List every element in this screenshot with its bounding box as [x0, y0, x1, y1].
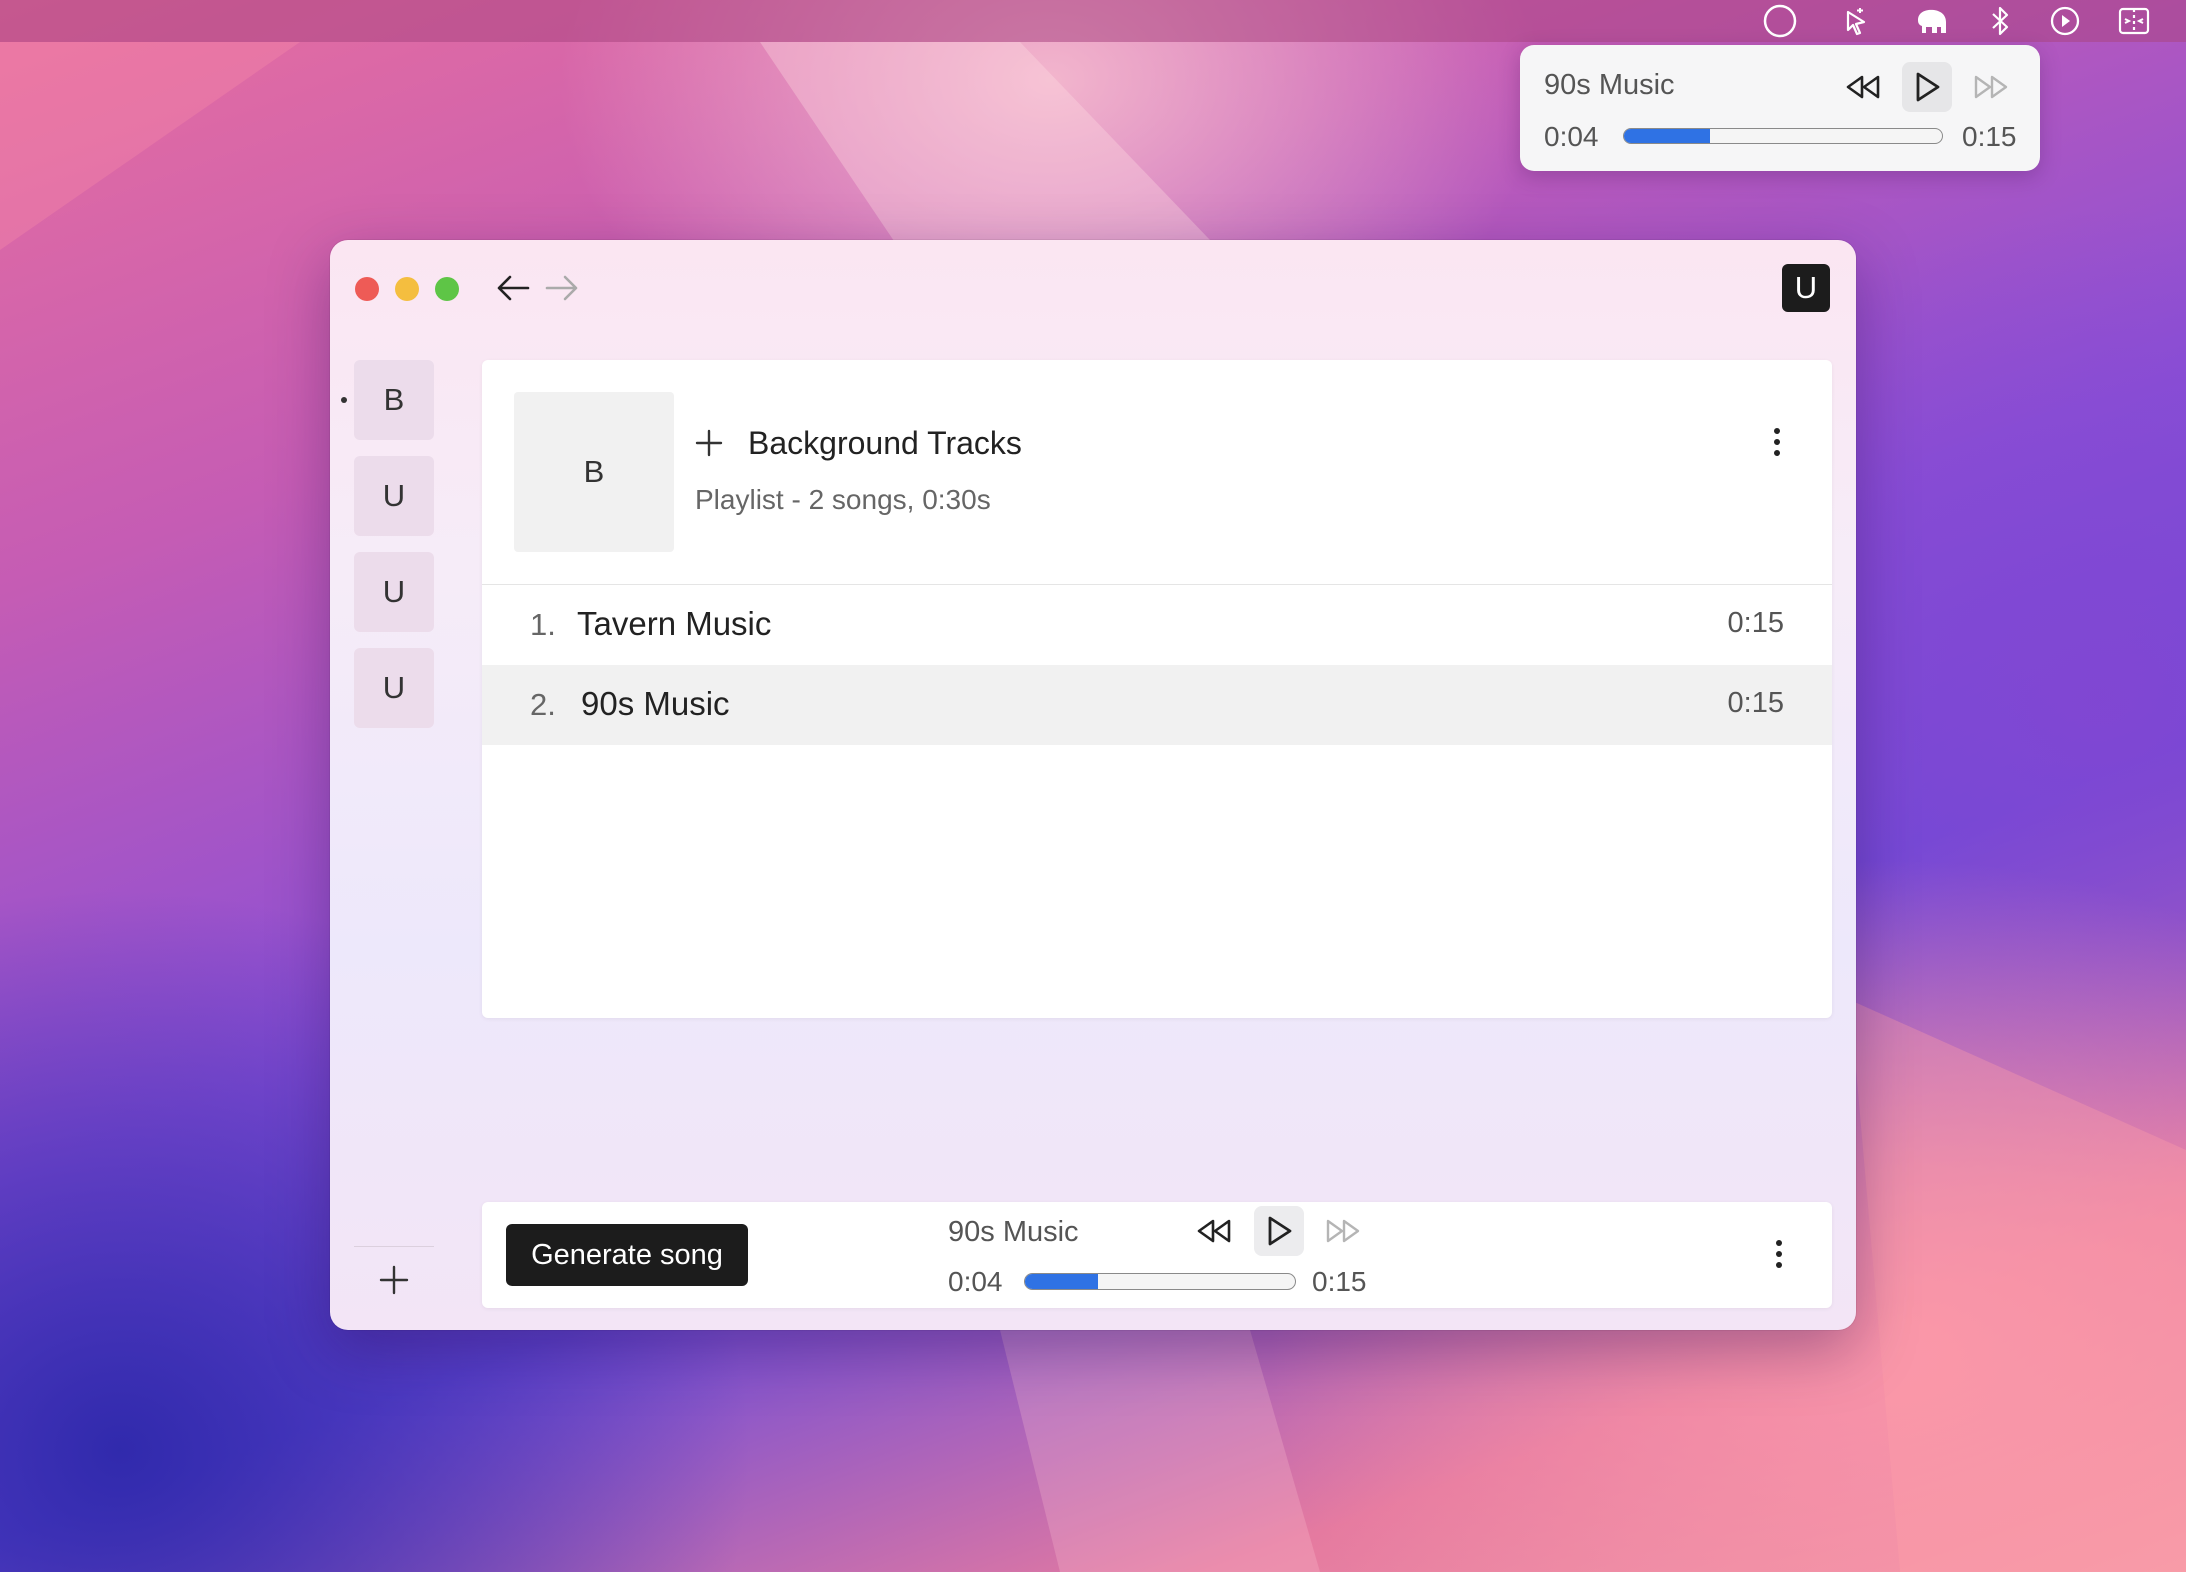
- back-button[interactable]: [493, 270, 533, 306]
- plus-icon: [695, 429, 723, 457]
- progress-bar[interactable]: [1024, 1273, 1296, 1290]
- circle-status-icon[interactable]: [1762, 4, 1798, 38]
- track-name: 90s Music: [581, 685, 730, 722]
- fast-forward-icon: [1326, 1219, 1360, 1243]
- player-more-button[interactable]: [1764, 1234, 1794, 1274]
- forward-button[interactable]: [542, 270, 582, 306]
- sidebar-item-u1[interactable]: U: [354, 456, 434, 536]
- track-row-selected[interactable]: 2. 90s Music 0:15: [482, 665, 1832, 745]
- rewind-icon: [1197, 1219, 1231, 1243]
- window-close-button[interactable]: [355, 277, 379, 301]
- play-icon: [1268, 1216, 1292, 1246]
- player-bar: Generate song 90s Music 0:04 0:15: [482, 1202, 1832, 1308]
- play-circle-icon[interactable]: [2047, 4, 2083, 38]
- play-button[interactable]: [1902, 62, 1952, 112]
- more-vertical-icon: [1776, 1240, 1782, 1268]
- total-time: 0:15: [1312, 1266, 1367, 1297]
- mini-total-time: 0:15: [1962, 121, 2017, 152]
- add-to-playlist-button[interactable]: [694, 428, 724, 458]
- arrow-left-icon: [497, 275, 530, 301]
- window-minimize-button[interactable]: [395, 277, 419, 301]
- now-playing-title: 90s Music: [948, 1216, 1079, 1248]
- current-time: 0:04: [948, 1266, 1003, 1297]
- playlist-cover: B: [514, 392, 674, 552]
- sidebar-divider: [354, 1246, 434, 1247]
- sparkle-cursor-icon[interactable]: [1838, 4, 1874, 38]
- rewind-button[interactable]: [1838, 62, 1888, 112]
- more-vertical-icon: [1774, 428, 1780, 456]
- playlist-subtitle: Playlist - 2 songs, 0:30s: [695, 484, 991, 515]
- menubar-mini-player: 90s Music 0:04 0:15: [1520, 45, 2040, 171]
- fast-forward-icon: [1974, 75, 2008, 99]
- mini-current-time: 0:04: [1544, 121, 1599, 152]
- active-indicator: [341, 397, 347, 403]
- track-duration: 0:15: [1727, 687, 1784, 719]
- progress-fill: [1025, 1274, 1098, 1289]
- mini-player-title: 90s Music: [1544, 69, 1675, 101]
- play-button[interactable]: [1254, 1206, 1304, 1256]
- elephant-icon[interactable]: [1914, 4, 1950, 38]
- playlist-title: Background Tracks: [748, 425, 1022, 461]
- user-avatar-button[interactable]: U: [1782, 264, 1830, 312]
- playlist-more-button[interactable]: [1762, 422, 1792, 462]
- fast-forward-button[interactable]: [1966, 62, 2016, 112]
- split-screen-icon[interactable]: [2116, 4, 2152, 38]
- sidebar-item-b[interactable]: B: [354, 360, 434, 440]
- bluetooth-icon[interactable]: [1982, 4, 2018, 38]
- play-icon: [1916, 72, 1940, 102]
- window-zoom-button[interactable]: [435, 277, 459, 301]
- track-row[interactable]: 1. Tavern Music 0:15: [482, 585, 1832, 665]
- generate-song-button[interactable]: Generate song: [506, 1224, 748, 1286]
- plus-icon: [379, 1265, 409, 1295]
- add-playlist-button[interactable]: [374, 1260, 414, 1300]
- rewind-icon: [1846, 75, 1880, 99]
- mini-progress-bar[interactable]: [1623, 128, 1943, 144]
- track-name: Tavern Music: [577, 605, 772, 642]
- fast-forward-button[interactable]: [1318, 1206, 1368, 1256]
- menu-bar: [0, 0, 2186, 42]
- app-window: U B U U U B Background Tracks Playlist -…: [330, 240, 1856, 1330]
- track-number: 1.: [530, 607, 556, 642]
- track-number: 2.: [530, 687, 556, 722]
- arrow-right-icon: [545, 275, 578, 301]
- playlist-panel: B Background Tracks Playlist - 2 songs, …: [482, 360, 1832, 1018]
- track-duration: 0:15: [1727, 607, 1784, 639]
- rewind-button[interactable]: [1189, 1206, 1239, 1256]
- mini-progress-fill: [1624, 129, 1710, 143]
- sidebar-item-u3[interactable]: U: [354, 648, 434, 728]
- sidebar-item-u2[interactable]: U: [354, 552, 434, 632]
